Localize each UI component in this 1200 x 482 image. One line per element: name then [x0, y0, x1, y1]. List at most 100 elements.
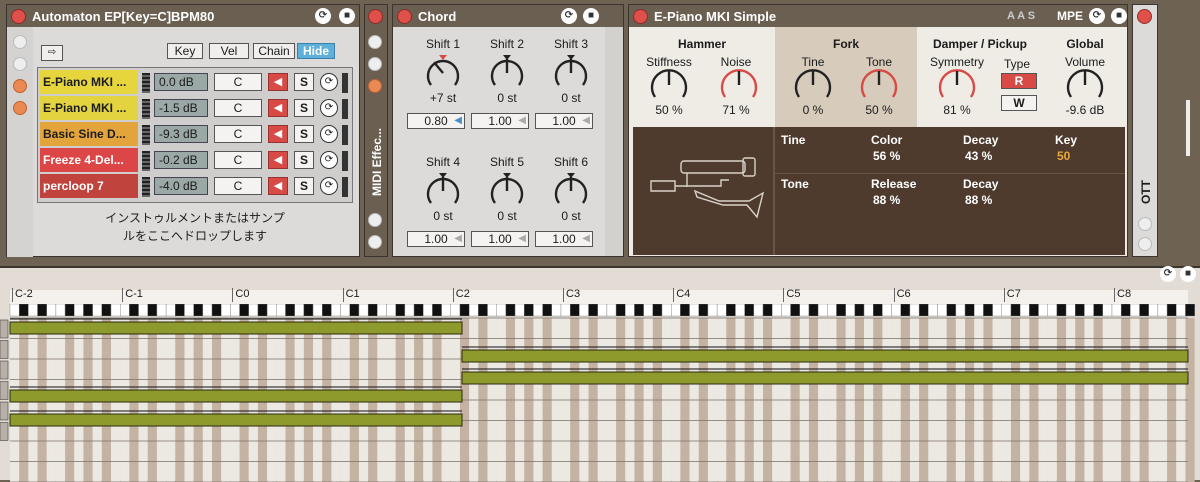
midi-random-icon[interactable] — [368, 57, 382, 71]
shift-knob[interactable] — [423, 53, 463, 93]
black-key[interactable] — [900, 304, 911, 317]
white-key[interactable] — [845, 304, 856, 317]
speaker-icon[interactable]: ◀ — [268, 151, 288, 169]
solo-button[interactable]: S — [294, 125, 314, 143]
black-key[interactable] — [1010, 304, 1021, 317]
black-key[interactable] — [303, 304, 314, 317]
panel-decay1-value[interactable]: 43 % — [965, 149, 992, 163]
white-key[interactable] — [377, 304, 387, 317]
white-key[interactable] — [450, 304, 461, 317]
midi-note[interactable] — [9, 321, 463, 335]
white-key[interactable] — [579, 304, 589, 317]
white-key[interactable] — [487, 304, 497, 317]
white-key[interactable] — [1148, 304, 1159, 317]
velocity-box[interactable]: 1.00 ◀ — [471, 231, 529, 247]
black-key[interactable] — [322, 304, 332, 317]
white-key[interactable] — [441, 304, 452, 317]
epiano-power-button[interactable] — [633, 8, 648, 24]
black-key[interactable] — [129, 304, 139, 317]
octave-ruler[interactable]: C-2 C-1 C0 C1 C2 C3 C4 C5 C6 C7 C8 — [10, 288, 1188, 304]
white-key[interactable] — [358, 304, 369, 317]
chord-save-icon[interactable]: ■ — [583, 8, 599, 24]
chain-key[interactable]: C — [214, 99, 262, 117]
symmetry-knob[interactable] — [938, 69, 976, 98]
white-key[interactable] — [955, 304, 966, 317]
white-key[interactable] — [165, 304, 176, 317]
volume-knob[interactable] — [1066, 69, 1104, 98]
black-key[interactable] — [698, 304, 709, 317]
white-key[interactable] — [28, 304, 38, 317]
white-key[interactable] — [1019, 304, 1030, 317]
row-handle[interactable] — [0, 360, 9, 380]
rack-midi-button[interactable]: ⇨ — [41, 45, 63, 61]
chain-hot-swap-icon[interactable]: ⟳ — [320, 177, 338, 195]
rack-chain-list-icon[interactable] — [13, 101, 27, 115]
chain-row[interactable]: E-Piano MKI ... -1.5 dB C ◀ S ⟳ — [38, 96, 352, 122]
white-key[interactable] — [202, 304, 213, 317]
black-key[interactable] — [946, 304, 957, 317]
white-key[interactable] — [689, 304, 699, 317]
drop-area[interactable]: インストゥルメントまたはサンプ ルをここへドロップします — [37, 203, 353, 253]
white-key[interactable] — [671, 304, 681, 317]
white-key[interactable] — [92, 304, 103, 317]
midi-macro-icon[interactable] — [368, 35, 382, 49]
white-key[interactable] — [1111, 304, 1122, 317]
chain-key[interactable]: C — [214, 73, 262, 91]
white-key[interactable] — [974, 304, 984, 317]
black-key[interactable] — [478, 304, 488, 317]
chain-name[interactable]: Basic Sine D... — [40, 122, 138, 146]
midi-effects-power[interactable] — [368, 9, 383, 24]
tone-knob[interactable] — [860, 69, 898, 98]
white-key[interactable] — [551, 304, 562, 317]
white-key[interactable] — [937, 304, 947, 317]
black-key[interactable] — [211, 304, 222, 317]
white-key[interactable] — [928, 304, 938, 317]
white-key[interactable] — [248, 304, 259, 317]
black-key[interactable] — [175, 304, 185, 317]
chain-button[interactable]: Chain — [253, 43, 295, 59]
solo-button[interactable]: S — [294, 99, 314, 117]
white-key[interactable] — [184, 304, 194, 317]
white-key[interactable] — [1084, 304, 1094, 317]
white-key[interactable] — [110, 304, 121, 317]
midi-note[interactable] — [9, 413, 463, 427]
chain-row[interactable]: Basic Sine D... -9.3 dB C ◀ S ⟳ — [38, 122, 352, 148]
white-key[interactable] — [863, 304, 874, 317]
white-key[interactable] — [882, 304, 892, 317]
white-key[interactable] — [909, 304, 920, 317]
chain-key[interactable]: C — [214, 151, 262, 169]
white-key[interactable] — [230, 304, 240, 317]
velocity-box[interactable]: 0.80 ◀ — [407, 113, 465, 129]
black-key[interactable] — [744, 304, 755, 317]
chain-row[interactable]: Freeze 4-Del... -0.2 dB C ◀ S ⟳ — [38, 148, 352, 174]
black-key[interactable] — [854, 304, 865, 317]
row-handle[interactable] — [0, 381, 9, 400]
white-key[interactable] — [1176, 304, 1186, 317]
white-key[interactable] — [735, 304, 745, 317]
black-key[interactable] — [64, 304, 75, 317]
white-key[interactable] — [606, 304, 617, 317]
black-key[interactable] — [524, 304, 534, 317]
black-key[interactable] — [1185, 304, 1195, 317]
midi-list-icon[interactable] — [368, 79, 382, 93]
white-key[interactable] — [386, 304, 396, 317]
velocity-box[interactable]: 1.00 ◀ — [471, 113, 529, 129]
white-key[interactable] — [1157, 304, 1168, 317]
white-key[interactable] — [661, 304, 672, 317]
epiano-save-icon[interactable]: ■ — [1111, 8, 1127, 24]
solo-button[interactable]: S — [294, 151, 314, 169]
white-key[interactable] — [156, 304, 167, 317]
black-key[interactable] — [432, 304, 442, 317]
white-key[interactable] — [772, 304, 782, 317]
white-key[interactable] — [138, 304, 148, 317]
shift-knob[interactable] — [551, 53, 591, 93]
white-key[interactable] — [753, 304, 764, 317]
white-key[interactable] — [716, 304, 727, 317]
mpe-button[interactable]: MPE — [1057, 9, 1083, 23]
white-key[interactable] — [46, 304, 57, 317]
white-key[interactable] — [468, 304, 479, 317]
white-key[interactable] — [496, 304, 507, 317]
white-key[interactable] — [266, 304, 277, 317]
chain-hot-swap-icon[interactable]: ⟳ — [320, 151, 338, 169]
roll-save-icon[interactable]: ■ — [1180, 266, 1196, 282]
